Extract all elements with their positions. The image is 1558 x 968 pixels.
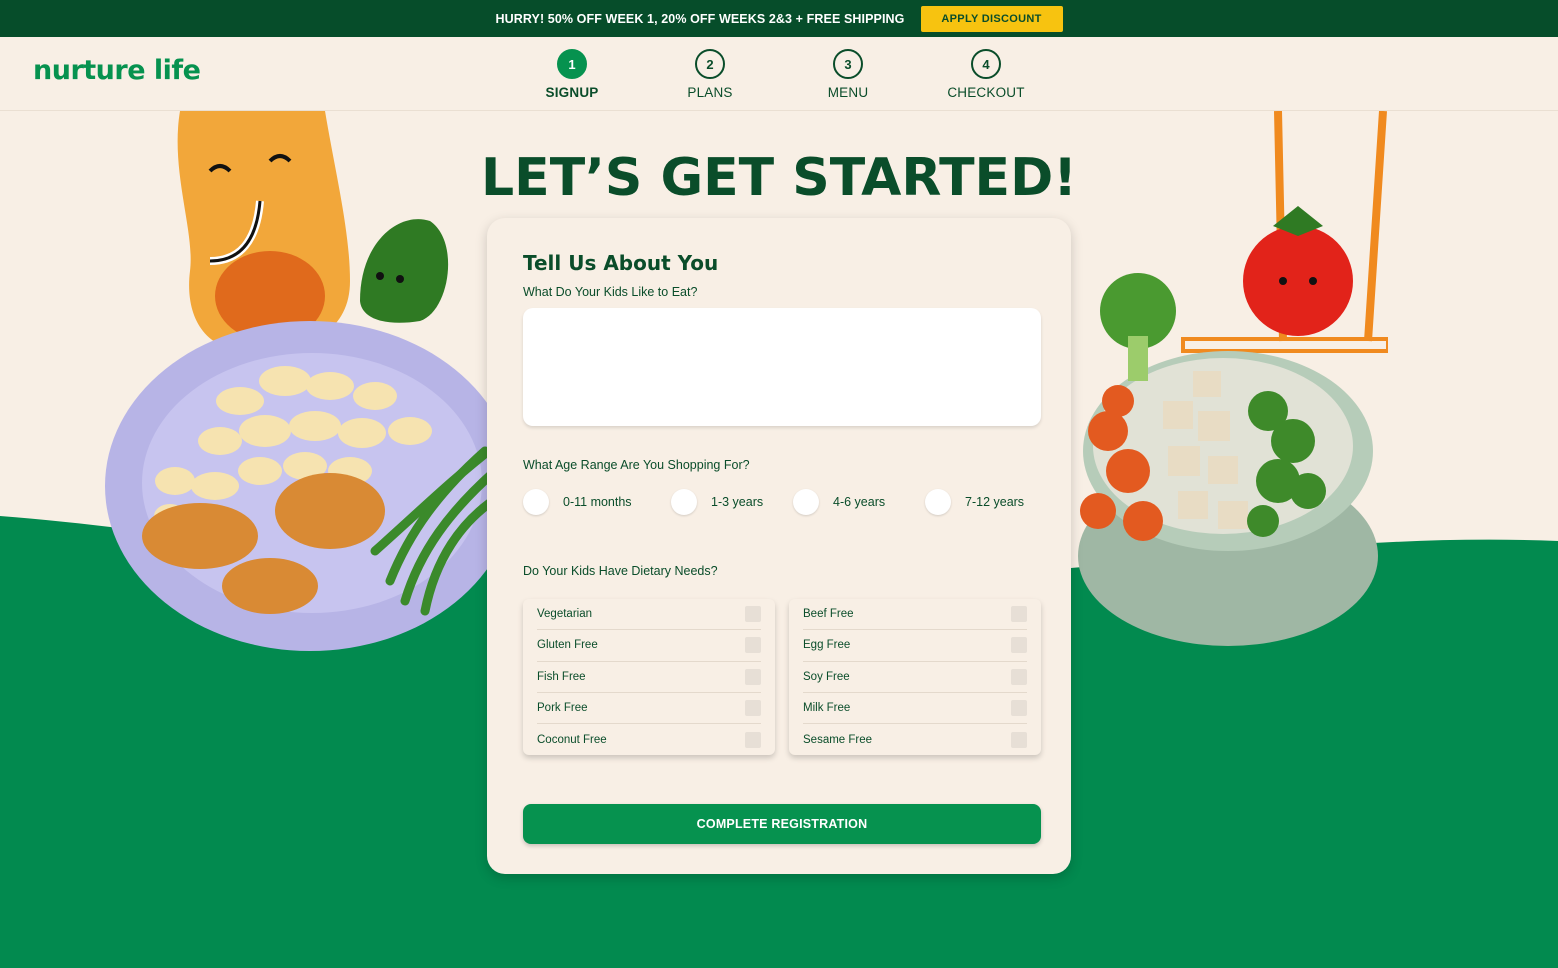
diet-option-fish-free[interactable]: Fish Free xyxy=(537,662,761,693)
checkbox[interactable] xyxy=(745,637,761,654)
radio-button[interactable] xyxy=(523,489,549,515)
age-option-label: 4-6 years xyxy=(833,495,886,509)
age-option-label: 0-11 months xyxy=(563,495,632,509)
step-label: SIGNUP xyxy=(545,85,599,100)
step-number: 3 xyxy=(833,49,863,79)
age-range-label: What Age Range Are You Shopping For? xyxy=(523,458,750,472)
step-label: MENU xyxy=(827,85,869,100)
radio-button[interactable] xyxy=(793,489,819,515)
header: nurture life 1 SIGNUP 2 PLANS 3 MENU 4 C… xyxy=(0,37,1558,111)
dietary-needs-label: Do Your Kids Have Dietary Needs? xyxy=(523,564,718,578)
diet-option-coconut-free[interactable]: Coconut Free xyxy=(537,724,761,755)
step-number: 2 xyxy=(695,49,725,79)
checkbox[interactable] xyxy=(1011,637,1027,654)
promo-banner: HURRY! 50% OFF WEEK 1, 20% OFF WEEKS 2&3… xyxy=(0,0,1558,37)
diet-option-label: Milk Free xyxy=(803,702,851,715)
age-option-4-6-years[interactable]: 4-6 years xyxy=(793,489,885,515)
step-label: CHECKOUT xyxy=(947,85,1025,100)
kids-eat-input[interactable] xyxy=(523,308,1041,426)
diet-option-label: Sesame Free xyxy=(803,733,873,746)
age-option-0-11-months[interactable]: 0-11 months xyxy=(523,489,632,515)
checkbox[interactable] xyxy=(1011,606,1027,623)
complete-registration-button[interactable]: COMPLETE REGISTRATION xyxy=(523,804,1041,844)
diet-option-sesame-free[interactable]: Sesame Free xyxy=(803,724,1027,755)
dietary-list-right: Beef Free Egg Free Soy Free Milk Free Se… xyxy=(789,599,1041,756)
diet-option-label: Fish Free xyxy=(537,670,586,683)
checkbox[interactable] xyxy=(1011,731,1027,748)
checkbox[interactable] xyxy=(745,731,761,748)
step-checkout[interactable]: 4 CHECKOUT xyxy=(931,49,1041,100)
age-option-label: 7-12 years xyxy=(965,495,1025,509)
diet-option-vegetarian[interactable]: Vegetarian xyxy=(537,599,761,631)
diet-option-beef-free[interactable]: Beef Free xyxy=(803,599,1027,631)
page-title: LET’S GET STARTED! xyxy=(481,148,1077,208)
radio-button[interactable] xyxy=(925,489,951,515)
diet-option-label: Pork Free xyxy=(537,702,588,715)
age-option-1-3-years[interactable]: 1-3 years xyxy=(671,489,763,515)
signup-form-card: Tell Us About You What Do Your Kids Like… xyxy=(487,218,1071,874)
step-number: 4 xyxy=(971,49,1001,79)
step-menu[interactable]: 3 MENU xyxy=(793,49,903,100)
form-heading: Tell Us About You xyxy=(523,251,719,275)
diet-option-label: Soy Free xyxy=(803,670,850,683)
diet-option-soy-free[interactable]: Soy Free xyxy=(803,662,1027,693)
checkbox[interactable] xyxy=(1011,700,1027,717)
diet-option-milk-free[interactable]: Milk Free xyxy=(803,693,1027,725)
diet-option-label: Vegetarian xyxy=(537,608,592,621)
promo-text: HURRY! 50% OFF WEEK 1, 20% OFF WEEKS 2&3… xyxy=(495,11,905,26)
checkbox[interactable] xyxy=(745,606,761,623)
step-plans[interactable]: 2 PLANS xyxy=(655,49,765,100)
age-option-label: 1-3 years xyxy=(711,495,764,509)
diet-option-label: Egg Free xyxy=(803,639,851,652)
radio-button[interactable] xyxy=(671,489,697,515)
logo[interactable]: nurture life xyxy=(33,55,201,86)
checkbox[interactable] xyxy=(745,700,761,717)
apply-discount-button[interactable]: APPLY DISCOUNT xyxy=(920,5,1063,32)
age-option-7-12-years[interactable]: 7-12 years xyxy=(925,489,1024,515)
checkbox[interactable] xyxy=(1011,668,1027,685)
dietary-list-left: Vegetarian Gluten Free Fish Free Pork Fr… xyxy=(523,599,775,756)
diet-option-pork-free[interactable]: Pork Free xyxy=(537,693,761,725)
diet-option-label: Gluten Free xyxy=(537,639,598,652)
step-number: 1 xyxy=(557,49,587,79)
checkbox[interactable] xyxy=(745,668,761,685)
diet-option-label: Coconut Free xyxy=(537,733,607,746)
diet-option-gluten-free[interactable]: Gluten Free xyxy=(537,630,761,662)
step-label: PLANS xyxy=(687,85,733,100)
kids-eat-label: What Do Your Kids Like to Eat? xyxy=(523,285,698,299)
diet-option-egg-free[interactable]: Egg Free xyxy=(803,630,1027,662)
step-signup[interactable]: 1 SIGNUP xyxy=(517,49,627,100)
diet-option-label: Beef Free xyxy=(803,608,854,621)
